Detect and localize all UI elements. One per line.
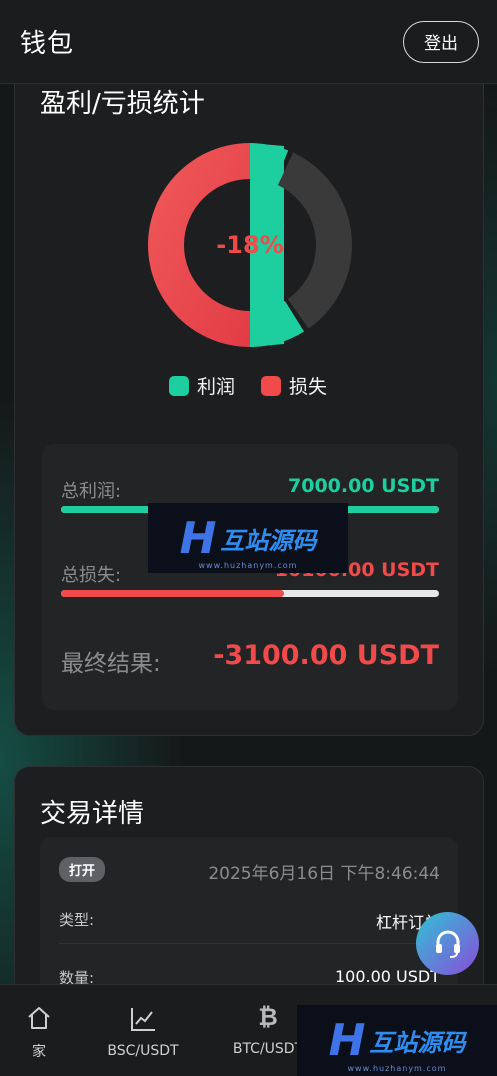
watermark-overlay-bottom: H 互站源码 www.huzhanym.com	[297, 1005, 497, 1076]
watermark-brand: 互站源码	[369, 1029, 466, 1057]
total-profit-value: 7000.00 USDT	[288, 475, 439, 497]
final-result-value: -3100.00 USDT	[213, 640, 439, 671]
nav-item-btc-usdt[interactable]: ₿ BTC/USDT	[228, 985, 308, 1076]
watermark-brand: 互站源码	[220, 526, 317, 555]
nav-item-home[interactable]: 家	[14, 985, 64, 1076]
bitcoin-icon: ₿	[258, 1003, 278, 1031]
page-title: 钱包	[20, 29, 75, 59]
total-loss-bar-fill	[61, 590, 285, 597]
nav-label-home: 家	[32, 1044, 46, 1060]
headset-icon	[435, 930, 460, 958]
customer-support-button[interactable]	[416, 912, 479, 975]
trade-details-title: 交易详情	[40, 799, 145, 829]
order-type-label: 类型:	[59, 911, 95, 929]
logout-button[interactable]: 登出	[403, 20, 479, 63]
watermark-logo-letter: H	[328, 1015, 366, 1066]
line-chart-icon	[131, 1008, 155, 1031]
donut-center-label: -18%	[216, 231, 284, 259]
pl-summary-panel: 总利润: 7000.00 USDT 总损失: 10100.00 USDT 最终结…	[42, 444, 458, 710]
legend-profit[interactable]: 利润	[169, 372, 235, 399]
top-header: 钱包 登出	[0, 0, 497, 84]
legend-profit-label: 利润	[197, 376, 236, 398]
watermark-url: www.huzhanym.com	[198, 561, 298, 570]
total-loss-label: 总损失:	[61, 565, 122, 586]
watermark-overlay-middle: H 互站源码 www.huzhanym.com	[148, 503, 348, 573]
profit-loss-card: 盈利/亏损统计 -18% 利润 损失 总利润: 7000.00 USDT 总损失…	[14, 60, 484, 736]
watermark-logo-letter: H	[179, 512, 217, 564]
legend-loss-label: 损失	[289, 376, 328, 398]
total-loss-bar	[61, 590, 439, 597]
profit-loss-donut: -18%	[148, 143, 352, 347]
nav-item-bsc-usdt[interactable]: BSC/USDT	[100, 985, 186, 1076]
order-divider	[59, 943, 439, 944]
order-time: 2025年6月16日 下午8:46:44	[208, 864, 440, 884]
legend-loss[interactable]: 损失	[261, 372, 327, 399]
nav-label-bsc-usdt: BSC/USDT	[107, 1043, 179, 1059]
watermark-url: www.huzhanym.com	[347, 1064, 447, 1073]
home-icon	[28, 1007, 50, 1029]
final-result-label: 最终结果:	[61, 651, 161, 677]
nav-label-btc-usdt: BTC/USDT	[232, 1041, 304, 1057]
status-badge: 打开	[59, 857, 106, 882]
profit-loss-title: 盈利/亏损统计	[40, 89, 205, 119]
total-profit-label: 总利润:	[61, 481, 122, 502]
legend-loss-swatch	[261, 375, 282, 396]
legend-profit-swatch	[169, 375, 189, 396]
donut-legend: 利润 损失	[169, 372, 327, 399]
